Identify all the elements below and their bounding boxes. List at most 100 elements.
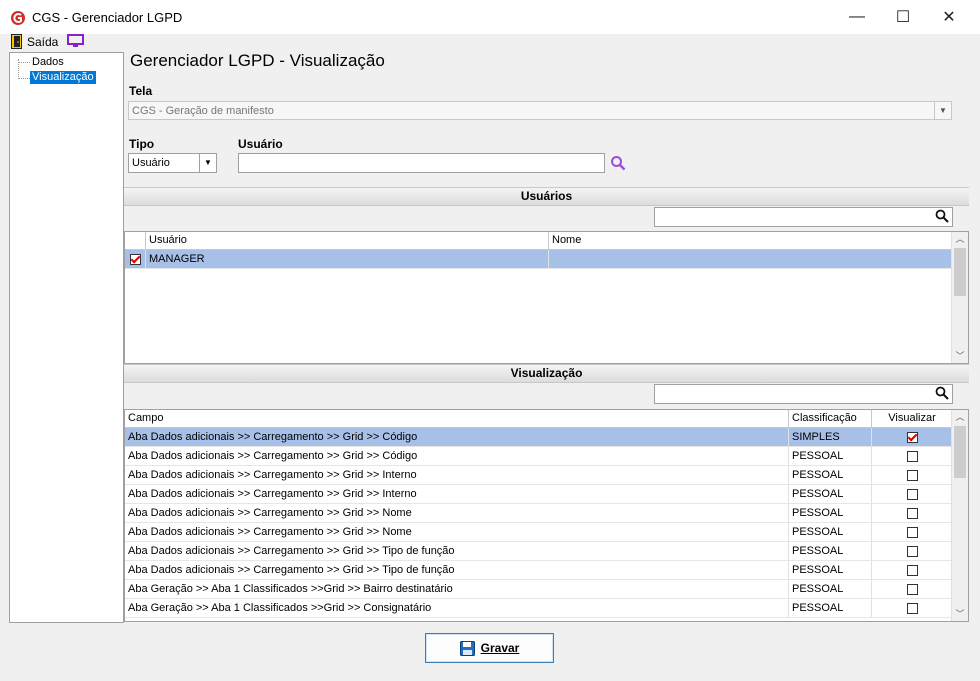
scrollbar-thumb[interactable] xyxy=(954,426,966,478)
usuarios-grid: Usuário Nome MANAGER ︿ ﹀ xyxy=(124,231,969,364)
visualizar-cell[interactable] xyxy=(872,466,953,484)
search-icon[interactable] xyxy=(610,155,626,171)
usuario-input[interactable] xyxy=(238,153,605,173)
visualizar-cell[interactable] xyxy=(872,599,953,617)
chevron-down-icon: ▼ xyxy=(199,154,216,172)
visualizar-checkbox[interactable] xyxy=(906,545,918,557)
visualizar-cell[interactable] xyxy=(872,542,953,560)
visualizar-cell[interactable] xyxy=(872,504,953,522)
tree-line xyxy=(18,62,30,63)
row-checkbox-cell[interactable] xyxy=(125,250,146,268)
visualizacao-grid: Campo Classificação Visualizar Aba Dados… xyxy=(124,409,969,622)
menu-bar xyxy=(0,34,980,52)
campo-cell: Aba Geração >> Aba 1 Classificados >>Gri… xyxy=(125,599,789,617)
save-button-label: Gravar xyxy=(480,641,520,655)
search-icon[interactable] xyxy=(935,386,949,400)
exit-door-icon[interactable] xyxy=(11,34,22,49)
classificacao-cell: PESSOAL xyxy=(789,580,872,598)
visualizacao-grid-header: Campo Classificação Visualizar xyxy=(125,410,968,428)
save-button[interactable]: Gravar xyxy=(425,633,554,663)
campo-cell: Aba Dados adicionais >> Carregamento >> … xyxy=(125,485,789,503)
visualizar-cell[interactable] xyxy=(872,428,953,446)
search-icon[interactable] xyxy=(935,209,949,223)
table-row[interactable]: Aba Dados adicionais >> Carregamento >> … xyxy=(125,542,953,561)
window-title: CGS - Gerenciador LGPD xyxy=(32,10,183,25)
visualizar-checkbox[interactable] xyxy=(906,602,918,614)
table-row[interactable]: Aba Dados adicionais >> Carregamento >> … xyxy=(125,466,953,485)
visualizar-checkbox[interactable] xyxy=(906,450,918,462)
visualizar-checkbox[interactable] xyxy=(906,507,918,519)
visualizar-cell[interactable] xyxy=(872,485,953,503)
usuarios-grid-scrollbar[interactable]: ︿ ﹀ xyxy=(951,232,968,363)
tela-select[interactable]: CGS - Geração de manifesto ▼ xyxy=(128,101,952,120)
tree-item-dados[interactable]: Dados xyxy=(32,56,64,69)
table-row[interactable]: Aba Dados adicionais >> Carregamento >> … xyxy=(125,485,953,504)
table-row[interactable]: Aba Dados adicionais >> Carregamento >> … xyxy=(125,447,953,466)
visualizar-cell[interactable] xyxy=(872,561,953,579)
table-row[interactable]: Aba Geração >> Aba 1 Classificados >>Gri… xyxy=(125,599,953,618)
classificacao-cell: PESSOAL xyxy=(789,466,872,484)
visualizar-checkbox[interactable] xyxy=(906,488,918,500)
table-row[interactable]: Aba Geração >> Aba 1 Classificados >>Gri… xyxy=(125,580,953,599)
visualizar-checkbox[interactable] xyxy=(906,431,918,443)
tree-item-visualizacao[interactable]: Visualização xyxy=(30,71,96,84)
tela-label: Tela xyxy=(129,84,153,98)
exit-menu-item[interactable]: Saída xyxy=(27,34,58,50)
tipo-select[interactable]: Usuário ▼ xyxy=(128,153,217,173)
visualizar-cell[interactable] xyxy=(872,580,953,598)
campo-cell: Aba Dados adicionais >> Carregamento >> … xyxy=(125,523,789,541)
floppy-disk-icon xyxy=(459,640,475,656)
table-row[interactable]: Aba Dados adicionais >> Carregamento >> … xyxy=(125,523,953,542)
chevron-up-icon[interactable]: ︿ xyxy=(952,410,968,424)
campo-cell: Aba Dados adicionais >> Carregamento >> … xyxy=(125,504,789,522)
app-logo-icon xyxy=(11,11,25,25)
chevron-down-icon: ▼ xyxy=(934,102,951,119)
row-checkbox[interactable] xyxy=(130,253,141,265)
monitor-icon[interactable] xyxy=(67,34,84,48)
chevron-up-icon[interactable]: ︿ xyxy=(952,232,968,246)
scrollbar-thumb[interactable] xyxy=(954,248,966,296)
close-button[interactable]: ✕ xyxy=(926,2,972,32)
usuario-cell: MANAGER xyxy=(146,250,549,268)
visualizar-checkbox[interactable] xyxy=(906,564,918,576)
visualizar-checkbox[interactable] xyxy=(906,526,918,538)
visualizacao-grid-scrollbar[interactable]: ︿ ﹀ xyxy=(951,410,968,621)
visualizacao-rows: Aba Dados adicionais >> Carregamento >> … xyxy=(125,428,968,618)
column-header-campo[interactable]: Campo xyxy=(125,410,789,427)
usuario-label: Usuário xyxy=(238,137,283,151)
tipo-select-value: Usuário xyxy=(132,157,170,169)
campo-cell: Aba Dados adicionais >> Carregamento >> … xyxy=(125,466,789,484)
page-title: Gerenciador LGPD - Visualização xyxy=(130,51,385,70)
table-row[interactable]: Aba Dados adicionais >> Carregamento >> … xyxy=(125,428,953,447)
usuarios-section-header: Usuários xyxy=(124,187,969,206)
column-header-classificacao[interactable]: Classificação xyxy=(789,410,872,427)
navigation-tree: Dados Visualização xyxy=(9,52,124,623)
classificacao-cell: PESSOAL xyxy=(789,542,872,560)
chevron-down-icon[interactable]: ﹀ xyxy=(952,607,968,621)
visualizar-cell[interactable] xyxy=(872,523,953,541)
classificacao-cell: SIMPLES xyxy=(789,428,872,446)
campo-cell: Aba Dados adicionais >> Carregamento >> … xyxy=(125,428,789,446)
column-header-usuario[interactable]: Usuário xyxy=(146,232,549,249)
minimize-button[interactable]: — xyxy=(834,2,880,32)
table-row[interactable]: MANAGER xyxy=(125,250,953,269)
visualizacao-search-input[interactable] xyxy=(654,384,953,404)
maximize-button[interactable]: ☐ xyxy=(880,2,926,32)
checkbox-column-header xyxy=(125,232,146,249)
campo-cell: Aba Dados adicionais >> Carregamento >> … xyxy=(125,561,789,579)
visualizar-checkbox[interactable] xyxy=(906,469,918,481)
chevron-down-icon[interactable]: ﹀ xyxy=(952,349,968,363)
table-row[interactable]: Aba Dados adicionais >> Carregamento >> … xyxy=(125,504,953,523)
column-header-visualizar[interactable]: Visualizar xyxy=(872,410,953,427)
table-row[interactable]: Aba Dados adicionais >> Carregamento >> … xyxy=(125,561,953,580)
classificacao-cell: PESSOAL xyxy=(789,447,872,465)
visualizar-cell[interactable] xyxy=(872,447,953,465)
column-header-nome[interactable]: Nome xyxy=(549,232,953,249)
visualizar-checkbox[interactable] xyxy=(906,583,918,595)
classificacao-cell: PESSOAL xyxy=(789,599,872,617)
usuarios-search-input[interactable] xyxy=(654,207,953,227)
classificacao-cell: PESSOAL xyxy=(789,561,872,579)
visualizacao-section-header: Visualização xyxy=(124,364,969,383)
usuarios-grid-header: Usuário Nome xyxy=(125,232,968,250)
campo-cell: Aba Dados adicionais >> Carregamento >> … xyxy=(125,542,789,560)
